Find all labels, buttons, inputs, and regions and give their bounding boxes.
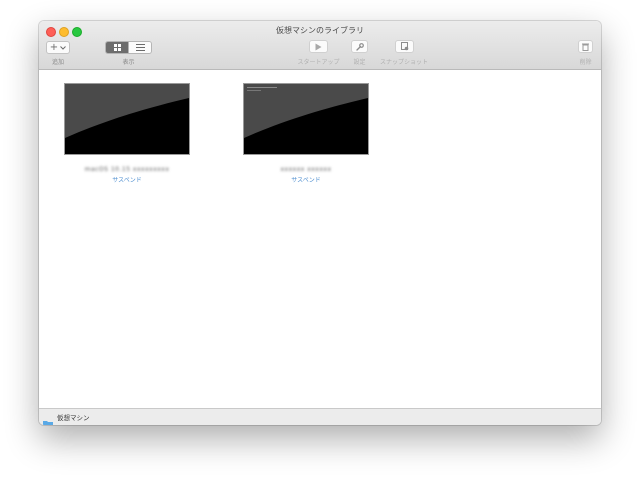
- titlebar-toolbar: 仮想マシンのライブラリ + 追加 表示 スタートアップ 設定 スナップショット …: [39, 21, 601, 70]
- vm-item[interactable]: macOS 10.15 xxxxxxxxx サスペンド: [64, 83, 190, 184]
- folder-icon: [43, 413, 53, 425]
- delete-button[interactable]: [578, 40, 593, 53]
- add-button[interactable]: +: [46, 41, 70, 54]
- snapshot-icon: [400, 42, 408, 51]
- play-icon: [315, 43, 322, 50]
- grid-view-button[interactable]: [106, 42, 128, 53]
- statusbar: 仮想マシン: [39, 408, 601, 425]
- settings-label: 設定: [353, 59, 366, 66]
- vm-thumbnail[interactable]: [243, 83, 369, 155]
- grid-icon: [113, 44, 121, 51]
- view-segmented-control[interactable]: [105, 41, 152, 54]
- delete-label: 削除: [579, 59, 592, 66]
- vm-status: サスペンド: [112, 177, 142, 184]
- view-label: 表示: [122, 59, 135, 66]
- settings-button[interactable]: [351, 40, 368, 53]
- plus-icon: +: [49, 41, 59, 53]
- window-title: 仮想マシンのライブラリ: [276, 26, 364, 35]
- vm-status: サスペンド: [291, 177, 321, 184]
- snapshot-button[interactable]: [395, 40, 414, 53]
- startup-label: スタートアップ: [297, 59, 340, 66]
- snapshot-label: スナップショット: [379, 59, 428, 66]
- vm-name: macOS 10.15 xxxxxxxxx: [84, 166, 170, 173]
- wrench-icon: [355, 42, 364, 51]
- list-icon: [135, 44, 145, 51]
- add-label: 追加: [51, 59, 64, 66]
- vm-library-grid: macOS 10.15 xxxxxxxxx サスペンド xxxxxx xxxxx…: [39, 70, 601, 408]
- vm-item[interactable]: xxxxxx xxxxxx サスペンド: [243, 83, 369, 184]
- chevron-down-icon: [60, 45, 67, 50]
- library-window: 仮想マシンのライブラリ + 追加 表示 スタートアップ 設定 スナップショット …: [39, 21, 601, 425]
- vm-thumbnail[interactable]: [64, 83, 190, 155]
- vm-name: xxxxxx xxxxxx: [280, 166, 332, 173]
- statusbar-label: 仮想マシン: [57, 414, 90, 422]
- trash-icon: [582, 43, 589, 51]
- list-view-button[interactable]: [128, 42, 151, 53]
- startup-button[interactable]: [309, 40, 328, 53]
